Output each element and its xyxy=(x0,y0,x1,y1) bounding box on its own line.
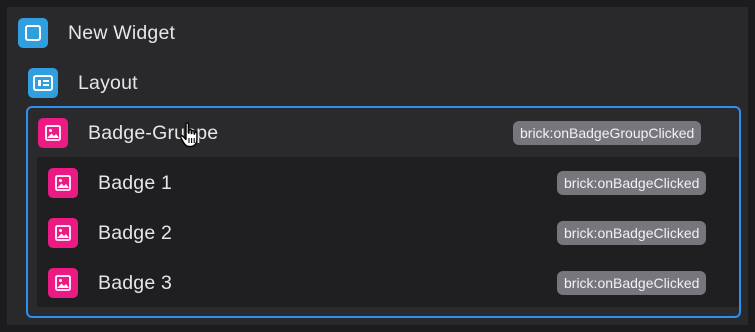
widget-tree-frame: New Widget Layout Badge-Gruppe brick:onB… xyxy=(0,0,755,332)
image-icon xyxy=(38,118,68,148)
event-tag: brick:onBadgeClicked xyxy=(557,171,707,195)
tree-item-label: Badge 3 xyxy=(98,271,173,294)
image-icon xyxy=(48,268,78,298)
tree-item-badge-2[interactable]: Badge 2 xyxy=(48,208,172,258)
tree-item-badge-1[interactable]: Badge 1 xyxy=(48,158,172,208)
frame-icon xyxy=(18,18,48,48)
event-tag: brick:onBadgeClicked xyxy=(557,271,707,295)
tree-item-label: New Widget xyxy=(68,21,176,44)
tree-item-layout[interactable]: Layout xyxy=(28,58,138,108)
event-tag: brick:onBadgeClicked xyxy=(557,221,707,245)
layout-icon xyxy=(28,68,58,98)
tree-item-new-widget[interactable]: New Widget xyxy=(18,8,175,58)
tree-item-badge-3[interactable]: Badge 3 xyxy=(48,258,172,308)
tree-item-label: Layout xyxy=(78,71,138,94)
event-tag: brick:onBadgeGroupClicked xyxy=(513,121,702,145)
tree-item-label: Badge 2 xyxy=(98,221,173,244)
image-icon xyxy=(48,168,78,198)
tree-item-label: Badge 1 xyxy=(98,171,173,194)
image-icon xyxy=(48,218,78,248)
hand-pointer-icon xyxy=(178,121,202,154)
